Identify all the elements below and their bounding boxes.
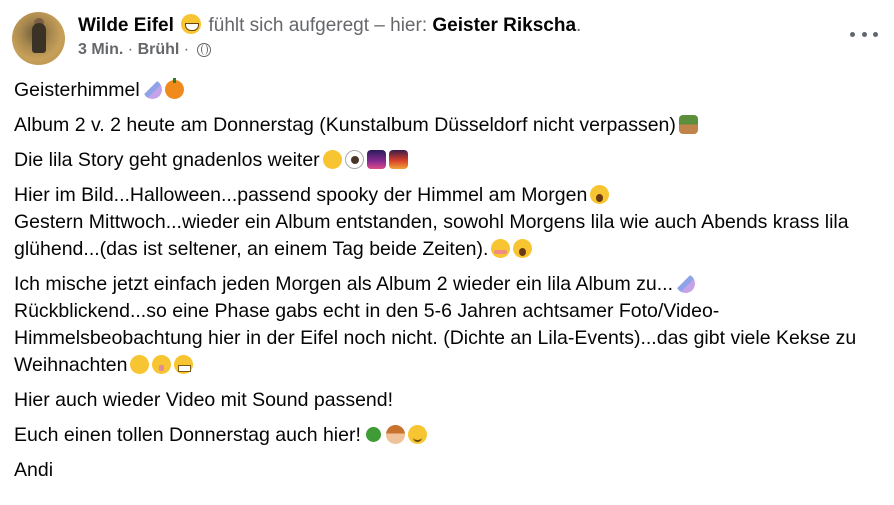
author-name[interactable]: Wilde Eifel [78, 15, 174, 36]
paragraph: Euch einen tollen Donnerstag auch hier! [14, 422, 884, 449]
eye-icon [344, 150, 364, 169]
text-line: Hier auch wieder Video mit Sound passend… [14, 389, 394, 411]
hushed-icon [152, 355, 172, 374]
text-line-wrap: glühend...(das ist seltener, an einem Ta… [14, 236, 884, 263]
paragraph: Die lila Story geht gnadenlos weiter [14, 147, 884, 174]
paragraph: Geisterhimmel [14, 77, 884, 104]
facebook-post: Wilde Eifel fühlt sich aufgeregt – hier:… [0, 0, 894, 505]
unicorn-icon [676, 274, 696, 293]
text-line-wrap: Hier im Bild...Halloween...passend spook… [14, 182, 884, 209]
more-dot [850, 31, 855, 37]
meta-separator: · [123, 41, 138, 58]
grimace-icon [174, 355, 194, 374]
scream-icon [590, 185, 610, 204]
post-location[interactable]: Brühl [138, 41, 180, 58]
fairy-icon [678, 115, 698, 134]
paragraph: Hier auch wieder Video mit Sound passend… [14, 387, 884, 414]
paragraph: Ich mische jetzt einfach jeden Morgen al… [14, 271, 884, 379]
text-line: Ich mische jetzt einfach jeden Morgen al… [14, 273, 674, 295]
text-line: Gestern Mittwoch...wieder ein Album ents… [14, 211, 849, 233]
post-time[interactable]: 3 Min. [78, 41, 123, 58]
scream-icon [513, 239, 533, 258]
globe-icon[interactable] [196, 43, 211, 57]
paragraph: Album 2 v. 2 heute am Donnerstag (Kunsta… [14, 112, 884, 139]
text-line-wrap: Ich mische jetzt einfach jeden Morgen al… [14, 271, 884, 298]
smile-icon [407, 425, 427, 444]
place-link[interactable]: Geister Rikscha [432, 15, 576, 36]
feeling-text: fühlt sich aufgeregt [208, 15, 370, 36]
pumpkin-icon [164, 78, 184, 99]
text-line: Rückblickend...so eine Phase gabs echt i… [14, 300, 720, 322]
purple-sky-icon [366, 150, 386, 169]
more-dot [861, 31, 867, 37]
header-end-dot: . [576, 15, 582, 36]
text-line: glühend...(das ist seltener, an einem Ta… [14, 238, 489, 260]
paragraph: Andi [14, 457, 884, 484]
post-meta: 3 Min. · Brühl · [78, 41, 211, 59]
paragraph: Hier im Bild...Halloween...passend spook… [14, 182, 884, 263]
avatar[interactable] [12, 12, 65, 65]
text-line: Album 2 v. 2 heute am Donnerstag (Kunsta… [14, 114, 676, 136]
text-line: Himmelsbeobachtung hier in der Eifel noc… [14, 327, 857, 349]
text-line: Andi [14, 459, 54, 481]
more-options-icon[interactable] [850, 22, 878, 46]
avatar-figure-shape [32, 23, 46, 53]
flushed-icon [491, 239, 511, 258]
text-line: Euch einen tollen Donnerstag auch hier! [14, 424, 361, 446]
unicorn-icon [142, 80, 162, 99]
at-separator: – hier: [369, 15, 433, 36]
text-line: Die lila Story geht gnadenlos weiter [14, 149, 320, 171]
clover-icon [364, 425, 383, 444]
text-line: Geisterhimmel [14, 79, 140, 101]
person-icon [385, 425, 405, 444]
grinning-face-icon [322, 150, 342, 169]
grinning-face-icon [181, 14, 202, 34]
grinning-face-icon [130, 355, 150, 374]
more-dot [873, 31, 878, 37]
text-line-wrap: Weihnachten [14, 352, 884, 379]
post-header: Wilde Eifel fühlt sich aufgeregt – hier:… [78, 14, 581, 38]
sunset-icon [388, 150, 408, 169]
post-text: Geisterhimmel Album 2 v. 2 heute am Donn… [14, 77, 884, 492]
text-line: Weihnachten [14, 354, 128, 376]
meta-separator: · [179, 41, 194, 58]
text-line: Hier im Bild...Halloween...passend spook… [14, 184, 588, 206]
